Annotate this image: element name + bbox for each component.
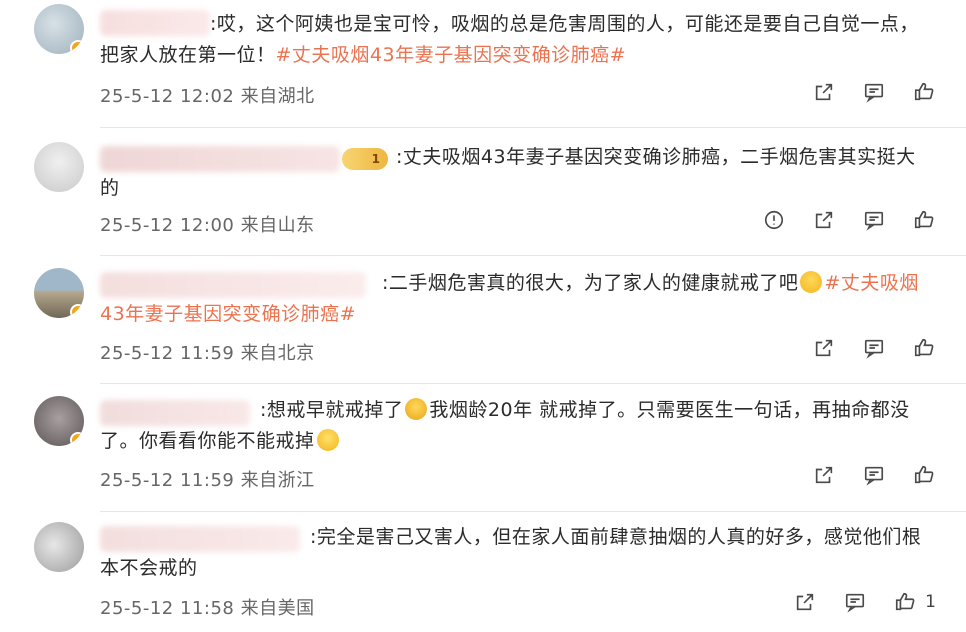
comment-icon[interactable]	[843, 590, 867, 614]
divider	[100, 127, 966, 128]
comment-body: :想戒早就戒掉了	[260, 399, 404, 421]
comment-text: :二手烟危害真的很大，为了家人的健康就戒了吧 #丈夫吸烟43年妻子基因突变确诊肺癌…	[100, 268, 926, 330]
comment-actions: 1	[793, 590, 936, 614]
verified-badge-icon	[70, 304, 84, 318]
comment-icon[interactable]	[862, 336, 886, 360]
timestamp: 25-5-12 12:02	[100, 86, 235, 107]
timestamp: 25-5-12 12:00	[100, 215, 235, 236]
location: 来自美国	[240, 598, 315, 619]
comment-actions	[762, 208, 936, 232]
comment-icon[interactable]	[862, 80, 886, 104]
verified-badge-icon	[70, 432, 84, 446]
location: 来自浙江	[240, 470, 315, 491]
laughing-emoji-icon	[316, 429, 339, 451]
divider	[100, 511, 966, 512]
timestamp: 25-5-12 11:59	[100, 343, 235, 364]
timestamp: 25-5-12 11:59	[100, 470, 235, 491]
share-icon[interactable]	[793, 590, 817, 614]
like-icon[interactable]	[893, 590, 917, 614]
thinking-emoji-icon	[405, 398, 428, 420]
comment-icon[interactable]	[862, 208, 886, 232]
timestamp: 25-5-12 11:58	[100, 598, 235, 619]
comment-body: :二手烟危害真的很大，为了家人的健康就戒了吧	[382, 272, 799, 294]
hashtag-link[interactable]: #丈夫吸烟43年妻子基因突变确诊肺癌#	[276, 44, 627, 66]
divider	[100, 255, 966, 256]
like-icon[interactable]	[912, 80, 936, 104]
avatar[interactable]	[34, 396, 84, 446]
comment-body: :完全是害己又害人，但在家人面前肆意抽烟的人真的好多，感觉他们根本不会戒的	[100, 526, 922, 579]
avatar[interactable]	[34, 268, 84, 318]
comment-meta: 25-5-12 11:59 来自北京	[100, 339, 315, 365]
comment-actions	[812, 463, 936, 487]
share-icon[interactable]	[812, 336, 836, 360]
like-icon[interactable]	[912, 463, 936, 487]
crying-emoji-icon	[800, 271, 823, 293]
share-icon[interactable]	[812, 463, 836, 487]
location: 来自湖北	[240, 86, 315, 107]
comment-text: :想戒早就戒掉了 我烟龄20年 就戒掉了。只需要医生一句话，再抽命都没了。你看看你…	[100, 395, 926, 457]
comment-text: :丈夫吸烟43年妻子基因突变确诊肺癌，二手烟危害其实挺大的	[100, 142, 926, 204]
share-icon[interactable]	[812, 208, 836, 232]
comment-meta: 25-5-12 11:59 来自浙江	[100, 466, 315, 492]
comment-actions	[812, 336, 936, 360]
like-icon[interactable]	[912, 336, 936, 360]
like-count: 1	[925, 592, 936, 612]
comment-actions	[812, 80, 936, 104]
share-icon[interactable]	[812, 80, 836, 104]
comment-text: :完全是害己又害人，但在家人面前肆意抽烟的人真的好多，感觉他们根本不会戒的	[100, 522, 926, 584]
divider	[100, 383, 966, 384]
comment-text: :哎，这个阿姨也是宝可怜，吸烟的总是危害周围的人，可能还是要自己自觉一点，把家人…	[100, 9, 926, 71]
comment-body: :丈夫吸烟43年妻子基因突变确诊肺癌，二手烟危害其实挺大的	[100, 146, 916, 199]
avatar[interactable]	[34, 4, 84, 54]
report-icon[interactable]	[762, 208, 786, 232]
location: 来自山东	[240, 215, 315, 236]
verified-badge-icon	[70, 40, 84, 54]
avatar[interactable]	[34, 142, 84, 192]
comment-meta: 25-5-12 11:58 来自美国	[100, 594, 315, 620]
comment-meta: 25-5-12 12:02 来自湖北	[100, 82, 315, 108]
like-icon[interactable]	[912, 208, 936, 232]
comment-meta: 25-5-12 12:00 来自山东	[100, 211, 315, 237]
comment-icon[interactable]	[862, 463, 886, 487]
avatar[interactable]	[34, 522, 84, 572]
location: 来自北京	[240, 343, 315, 364]
comment-body-continued: 我烟龄20年 就戒掉了。只需要医生一句话，再抽命都没了。你看看你能不能戒掉	[100, 399, 910, 452]
